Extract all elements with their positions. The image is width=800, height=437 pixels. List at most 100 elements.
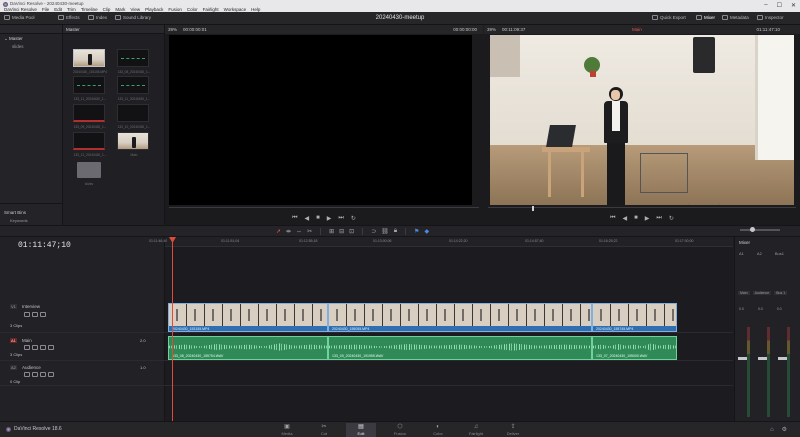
page-tab-color[interactable]: ◐ Color	[423, 423, 453, 436]
dynamic-trim-icon[interactable]: ⇔	[296, 229, 302, 235]
timeline-ruler[interactable]: 01:11:46;40 01:11:51;04 01:12:55;18 01:1…	[149, 237, 733, 247]
lock-icon[interactable]	[24, 312, 30, 317]
menu-clip[interactable]: Clip	[103, 7, 111, 12]
menu-mark[interactable]: Mark	[115, 7, 125, 12]
playhead[interactable]	[172, 237, 173, 421]
page-tab-deliver[interactable]: ⇪ Deliver	[498, 423, 528, 436]
mute-icon[interactable]	[48, 372, 54, 377]
page-tab-media[interactable]: ▣ Media	[272, 423, 302, 436]
menu-file[interactable]: File	[42, 7, 49, 12]
bin-item-slides[interactable]: slides	[12, 44, 24, 49]
clip-thumbnail[interactable]: 133_09_20240430_1...	[73, 104, 106, 129]
linked-selection-icon[interactable]: ⛓	[381, 228, 389, 235]
video-clip[interactable]: 20240430_155055.MP4	[328, 303, 592, 332]
overwrite-clip-icon[interactable]: ⊟	[339, 228, 344, 235]
timeline-scrubber[interactable]	[488, 206, 796, 211]
auto-select-icon[interactable]	[32, 372, 38, 377]
menu-fusion[interactable]: Fusion	[168, 7, 182, 12]
solo-icon[interactable]	[40, 345, 46, 350]
clip-thumbnail[interactable]: 133_08_20240430_1...	[117, 49, 150, 74]
smart-bin-keywords[interactable]: Keywords	[10, 218, 28, 223]
loop-icon[interactable]: ↻	[669, 215, 674, 222]
auto-select-icon[interactable]	[32, 312, 38, 317]
stop-icon[interactable]: ■	[634, 215, 638, 221]
lock-icon[interactable]	[24, 345, 30, 350]
selection-tool-icon[interactable]: ➚	[276, 228, 281, 235]
timeline-name[interactable]: Main	[632, 27, 642, 32]
maximize-button[interactable]: ☐	[777, 2, 782, 9]
channel-name[interactable]: Main	[738, 291, 750, 295]
master-bin[interactable]: ⌄ Master	[4, 36, 23, 42]
channel-fader[interactable]	[738, 357, 747, 360]
skip-to-start-icon[interactable]: ⏮	[292, 215, 297, 222]
channel-name[interactable]: Bus 1	[774, 291, 788, 295]
snapping-icon[interactable]: ⊃	[371, 228, 376, 235]
loop-icon[interactable]: ↻	[351, 215, 356, 222]
skip-to-start-icon[interactable]: ⏮	[610, 215, 615, 222]
track-name[interactable]: Interview	[22, 304, 40, 309]
video-clip[interactable]: 20240430_155745.MP4	[592, 303, 677, 332]
replace-clip-icon[interactable]: ⊡	[349, 228, 354, 235]
menu-color[interactable]: Color	[187, 7, 198, 12]
menu-playback[interactable]: Playback	[145, 7, 163, 12]
flag-icon[interactable]: ⚑	[414, 228, 419, 235]
enable-track-icon[interactable]	[40, 312, 46, 317]
clip-thumbnail[interactable]: 20240430_153155.MP4	[73, 49, 107, 74]
menu-fairlight[interactable]: Fairlight	[203, 7, 219, 12]
menu-timeline[interactable]: Timeline	[81, 7, 98, 12]
page-tab-fusion[interactable]: ⬡ Fusion	[385, 423, 415, 436]
mute-icon[interactable]	[48, 345, 54, 350]
channel-fader[interactable]	[758, 357, 767, 360]
track-name[interactable]: Main	[22, 338, 32, 343]
clip-thumbnail[interactable]: 133_11_20240430_1...	[117, 76, 150, 101]
folder-icon[interactable]: slides	[77, 162, 101, 186]
menu-edit[interactable]: Edit	[54, 7, 62, 12]
insert-clip-icon[interactable]: ⊞	[329, 228, 334, 235]
close-button[interactable]: ✕	[791, 2, 796, 9]
zoom-slider-handle[interactable]	[750, 227, 755, 232]
blade-tool-icon[interactable]: ✂	[307, 228, 312, 235]
clip-thumbnail[interactable]: 133_10_20240430_1...	[117, 104, 150, 129]
menu-workspace[interactable]: Workspace	[224, 7, 246, 12]
play-icon[interactable]: ▶	[327, 215, 332, 222]
play-icon[interactable]: ▶	[645, 215, 650, 222]
timeline-thumbnail[interactable]: Main	[117, 132, 149, 157]
marker-icon[interactable]: ◆	[424, 228, 429, 235]
zoom-slider[interactable]	[740, 227, 780, 232]
stop-icon[interactable]: ■	[316, 215, 320, 221]
metadata-button[interactable]: Metadata	[722, 15, 749, 20]
trim-tool-icon[interactable]: ⇹	[286, 228, 291, 235]
page-tab-cut[interactable]: ✂ Cut	[309, 423, 339, 436]
channel-name[interactable]: Audience	[752, 291, 772, 295]
audio-clip[interactable]: 133_07_20240430_195000.WAV	[592, 336, 677, 360]
timeline-tracks[interactable]: 01:11:46;40 01:11:51;04 01:12:55;18 01:1…	[149, 237, 733, 421]
play-reverse-icon[interactable]: ◀	[305, 215, 310, 222]
mixer-button[interactable]: Mixer	[696, 15, 715, 20]
skip-to-end-icon[interactable]: ⏭	[338, 215, 343, 222]
timeline-zoom[interactable]: 39%	[487, 27, 496, 32]
quick-export-button[interactable]: Quick Export	[652, 15, 686, 20]
menu-help[interactable]: Help	[251, 7, 260, 12]
minimize-button[interactable]: –	[764, 2, 767, 9]
timeline-timecode[interactable]: 01:11:47;10	[18, 241, 71, 250]
home-icon[interactable]: ⌂	[770, 427, 774, 433]
page-tab-edit[interactable]: ▤ Edit	[346, 423, 376, 437]
inspector-button[interactable]: Inspector	[757, 15, 784, 20]
track-name[interactable]: Audience	[22, 365, 41, 370]
menu-view[interactable]: View	[130, 7, 140, 12]
skip-to-end-icon[interactable]: ⏭	[656, 215, 661, 222]
solo-icon[interactable]	[40, 372, 46, 377]
menu-trim[interactable]: Trim	[67, 7, 76, 12]
video-clip[interactable]: 20240430_153155.MP4	[168, 303, 328, 332]
menu-davinci-resolve[interactable]: DaVinci Resolve	[4, 7, 37, 12]
auto-select-icon[interactable]	[32, 345, 38, 350]
clip-thumbnail[interactable]: 133_11_20240430_1...	[73, 76, 106, 101]
page-tab-fairlight[interactable]: ♫ Fairlight	[461, 423, 491, 436]
source-zoom[interactable]: 39%	[168, 27, 177, 32]
channel-fader[interactable]	[778, 357, 787, 360]
position-lock-icon[interactable]: 🔒︎	[394, 228, 397, 235]
clip-thumbnail[interactable]: 133_12_20240430_1...	[73, 132, 106, 157]
lock-icon[interactable]	[24, 372, 30, 377]
play-reverse-icon[interactable]: ◀	[623, 215, 628, 222]
source-scrubber[interactable]	[169, 207, 479, 210]
